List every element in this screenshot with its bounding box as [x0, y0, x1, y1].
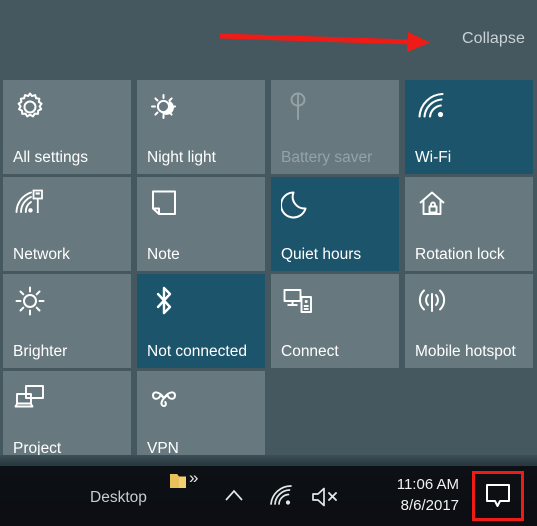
- taskbar-overflow-chevrons[interactable]: »: [189, 468, 198, 488]
- tile-connect[interactable]: Connect: [271, 274, 399, 368]
- tile-label: Not connected: [147, 343, 247, 360]
- tile-project[interactable]: Project: [3, 371, 131, 465]
- tile-vpn[interactable]: VPN: [137, 371, 265, 465]
- taskbar-clock[interactable]: 11:06 AM 8/6/2017: [359, 474, 459, 516]
- chevron-up-icon[interactable]: [222, 486, 246, 506]
- tile-network[interactable]: Network: [3, 177, 131, 271]
- tile-mobile-hotspot[interactable]: Mobile hotspot: [405, 274, 533, 368]
- hotspot-icon: [415, 284, 449, 318]
- wifi-icon: [415, 90, 449, 124]
- action-center-header: Collapse: [0, 0, 537, 78]
- network-icon: [13, 187, 47, 221]
- vpn-icon: [147, 381, 181, 415]
- folder-icon[interactable]: [168, 471, 188, 491]
- connect-icon: [281, 284, 315, 318]
- taskbar: Desktop 11:06 AM 8/6/2017: [0, 466, 537, 526]
- tile-all-settings[interactable]: All settings: [3, 80, 131, 174]
- tile-not-connected[interactable]: Not connected: [137, 274, 265, 368]
- annotation-arrow-icon: [219, 32, 430, 52]
- tile-label: Quiet hours: [281, 246, 362, 263]
- tile-note[interactable]: Note: [137, 177, 265, 271]
- tile-label: Rotation lock: [415, 246, 505, 263]
- taskbar-right-region: 11:06 AM 8/6/2017: [330, 466, 537, 526]
- taskbar-wifi-icon[interactable]: [268, 484, 296, 508]
- gear-icon: [13, 90, 47, 124]
- clock-time: 11:06 AM: [396, 476, 459, 493]
- tile-label: Brighter: [13, 343, 68, 360]
- quick-action-tile-grid: All settings Night light Battery saver W…: [3, 80, 537, 465]
- bluetooth-icon: [147, 284, 181, 318]
- taskbar-desktop-label[interactable]: Desktop: [90, 489, 147, 507]
- tile-brighter[interactable]: Brighter: [3, 274, 131, 368]
- night-light-icon: [147, 90, 181, 124]
- tile-label: Night light: [147, 149, 216, 166]
- tile-label: Network: [13, 246, 70, 263]
- project-icon: [13, 381, 47, 415]
- tile-label: Wi-Fi: [415, 149, 452, 166]
- note-icon: [147, 187, 181, 221]
- tile-night-light[interactable]: Night light: [137, 80, 265, 174]
- tile-label: Connect: [281, 343, 339, 360]
- brightness-icon: [13, 284, 47, 318]
- tile-rotation-lock[interactable]: Rotation lock: [405, 177, 533, 271]
- tile-label: Battery saver: [281, 149, 373, 166]
- action-center-panel: Collapse All settings Night light Batter…: [0, 0, 537, 465]
- rotation-lock-icon: [415, 187, 449, 221]
- action-center-icon[interactable]: [475, 474, 521, 518]
- screen: Collapse All settings Night light Batter…: [0, 0, 537, 526]
- tile-wi-fi[interactable]: Wi-Fi: [405, 80, 533, 174]
- tile-quiet-hours[interactable]: Quiet hours: [271, 177, 399, 271]
- moon-icon: [281, 187, 315, 221]
- tile-label: Mobile hotspot: [415, 343, 516, 360]
- tile-label: All settings: [13, 149, 88, 166]
- clock-date: 8/6/2017: [400, 497, 459, 514]
- collapse-button[interactable]: Collapse: [462, 30, 525, 48]
- leaf-icon: [281, 90, 315, 124]
- tile-grid-empty-cell: [405, 371, 533, 465]
- tile-battery-saver: Battery saver: [271, 80, 399, 174]
- taskbar-left-region: Desktop: [0, 466, 337, 526]
- tile-label: Note: [147, 246, 180, 263]
- tile-grid-empty-cell: [271, 371, 399, 465]
